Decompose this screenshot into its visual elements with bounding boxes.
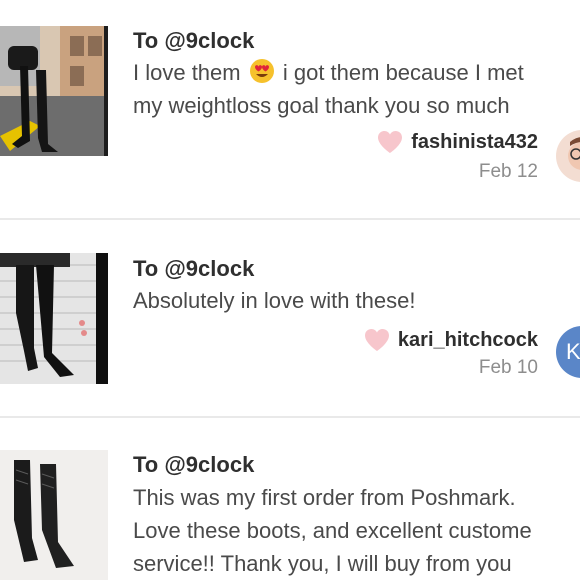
message-line: This was my first order from Poshmark.	[133, 485, 516, 510]
listing-thumbnail[interactable]	[0, 26, 108, 156]
comment-message: This was my first order from Poshmark. L…	[133, 481, 580, 580]
comment-entry: To @9clock I love them i got them becaus…	[0, 0, 580, 218]
comment-feed: To @9clock I love them i got them becaus…	[0, 0, 580, 580]
listing-thumbnail[interactable]	[0, 253, 108, 384]
message-line: my weightloss goal thank you so much	[133, 93, 510, 118]
listing-thumbnail[interactable]	[0, 450, 108, 580]
boots-photo-wall	[0, 253, 108, 384]
comment-message: I love them i got them because I met my …	[133, 56, 580, 122]
message-line: Absolutely in love with these!	[133, 288, 416, 313]
message-line: I love them i got them because I met	[133, 56, 580, 89]
author-username[interactable]: kari_hitchcock	[398, 329, 538, 352]
comment-entry: To @9clock Absolutely in love with these…	[0, 220, 580, 416]
heart-icon	[378, 131, 403, 153]
comment-message: Absolutely in love with these!	[133, 284, 580, 317]
message-text: i got them because I met	[282, 60, 524, 85]
user-avatar[interactable]	[556, 130, 580, 182]
heart-eyes-emoji	[249, 59, 274, 83]
comment-author[interactable]: kari_hitchcock	[364, 328, 538, 352]
comment-author[interactable]: fashinista432	[377, 130, 538, 154]
comment-recipient[interactable]: To @9clock	[133, 256, 254, 282]
comment-entry: To @9clock This was my first order from …	[0, 418, 580, 580]
comment-date: Feb 10	[478, 357, 538, 378]
user-avatar[interactable]: K	[556, 326, 580, 378]
comment-recipient[interactable]: To @9clock	[133, 452, 254, 478]
user-photo-avatar	[556, 130, 580, 182]
comment-date: Feb 12	[478, 161, 538, 182]
author-username[interactable]: fashinista432	[411, 131, 538, 154]
message-text: I love them	[133, 60, 241, 85]
message-line: service!! Thank you, I will buy from you	[133, 551, 512, 576]
message-line: Love these boots, and excellent custome	[133, 518, 532, 543]
boots-photo-studio	[0, 450, 108, 580]
comment-recipient[interactable]: To @9clock	[133, 28, 254, 54]
heart-icon	[364, 329, 389, 351]
boots-photo-street	[0, 26, 108, 156]
